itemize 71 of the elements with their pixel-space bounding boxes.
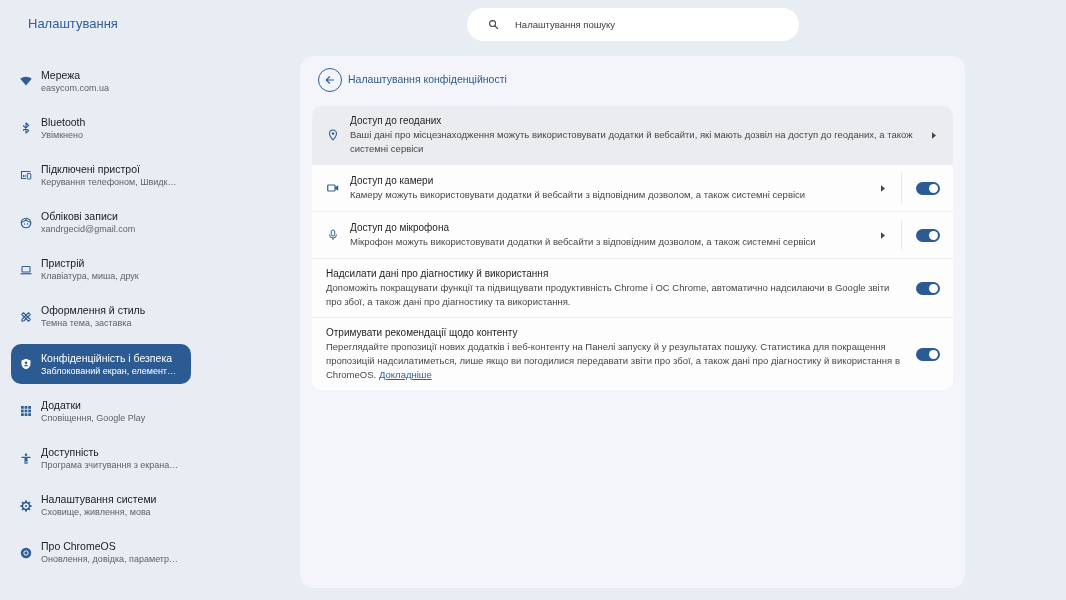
setting-description: Мікрофон можуть використовувати додатки й вебсайти з відповідним дозволом, а також системні сервіси — [350, 235, 817, 249]
item-title: Про ChromeOS — [41, 539, 117, 554]
item-title: Підключені пристрої — [41, 161, 141, 176]
item-subtitle: easycom.com.ua — [41, 81, 110, 95]
sidebar-item[interactable]: Конфіденційність і безпека Заблокований екран, елемент… — [11, 344, 191, 385]
gear-icon — [20, 499, 32, 512]
microphone-icon — [327, 229, 339, 241]
item-title: Мережа — [41, 67, 82, 82]
item-subtitle: Темна тема, заставка — [41, 317, 133, 331]
video-camera-icon — [327, 182, 339, 194]
item-subtitle: Заблокований екран, елемент… — [41, 364, 176, 378]
setting-title: Доступ до геоданих — [350, 114, 443, 128]
wifi-icon — [20, 75, 32, 87]
page-title: Налаштування конфіденційності — [348, 72, 507, 88]
setting-description: Камеру можуть використовувати додатки й вебсайти з відповідним дозволом, а також системні сервіси — [350, 188, 807, 202]
setting-description: Ваші дані про місцезнаходження можуть використовувати додатки й вебсайти, які мають дозвіл на доступ до геоданих, а також системні сервіси — [350, 128, 914, 156]
learn-more-link[interactable]: Докладніше — [379, 369, 432, 380]
item-title: Облікові записи — [41, 209, 119, 224]
item-subtitle: Оновлення, довідка, параметр… — [41, 553, 178, 567]
item-title: Конфіденційність і безпека — [41, 350, 174, 365]
app-title: Налаштування — [28, 15, 118, 34]
item-subtitle: xandrgecid@gmail.com — [41, 223, 136, 237]
sidebar-item[interactable]: Про ChromeOS Оновлення, довідка, параметр… — [11, 532, 191, 573]
sidebar-item[interactable]: Облікові записи xandrgecid@gmail.com — [11, 202, 191, 243]
sidebar-item[interactable]: Оформлення й стиль Темна тема, заставка — [11, 296, 191, 337]
sidebar-item[interactable]: Додатки Сповіщення, Google Play — [11, 391, 191, 432]
pencil-ruler-icon — [20, 310, 32, 323]
setting-title: Отримувати рекомендації щодо контенту — [326, 326, 519, 340]
sidebar-item[interactable]: Налаштування системи Сховище, живлення, мова — [11, 485, 191, 526]
toggle-switch[interactable] — [916, 228, 940, 242]
item-title: Доступність — [41, 445, 100, 459]
item-subtitle: Клавіатура, миша, друк — [41, 270, 139, 284]
sidebar-item[interactable]: Підключені пристрої Керування телефоном, Швидк… — [11, 155, 191, 196]
setting-description: Переглядайте пропозиції нових додатків і веб-контенту на Панелі запуску й у результатах пошуку. Статистика для покращення пропозицій надсилатиметься, лише якщо ви погодилися передавати звіти про збої, а також дані про діагностику й використання в ChromeOS. Докладніше — [326, 340, 900, 382]
item-subtitle: Сповіщення, Google Play — [41, 411, 146, 425]
search-icon — [488, 19, 499, 30]
caret-right-icon — [881, 231, 885, 239]
item-title: Додатки — [41, 397, 82, 412]
bluetooth-icon — [20, 122, 32, 135]
sidebar-item[interactable]: Мережа easycom.com.ua — [11, 61, 191, 101]
shield-icon — [20, 358, 32, 371]
sidebar-item[interactable]: Пристрій Клавіатура, миша, друк — [11, 249, 191, 290]
item-title: Оформлення й стиль — [41, 303, 146, 318]
item-title: Налаштування системи — [41, 492, 157, 507]
item-subtitle: Сховище, живлення, мова — [41, 506, 152, 520]
toggle-switch[interactable] — [916, 181, 940, 195]
setting-title: Доступ до мікрофона — [350, 221, 450, 235]
person-icon — [20, 452, 32, 465]
pin-icon — [327, 129, 339, 141]
sidebar-item[interactable]: Bluetooth Увімкнено — [11, 108, 191, 149]
devices-icon — [20, 169, 32, 182]
grid-icon — [20, 405, 32, 418]
setting-title: Надсилати дані про діагностику й використання — [326, 267, 550, 281]
round-logo-icon — [20, 546, 32, 559]
setting-description: Допоможіть покращувати функції та підвищувати продуктивність Chrome і ОС Chrome, автоматично надсилаючи в Google звіти про збої, а також дані про діагностику та використання. — [326, 281, 891, 309]
item-subtitle: Програма зчитування з екрана… — [41, 459, 179, 472]
item-title: Bluetooth — [41, 114, 86, 129]
setting-row[interactable]: Доступ до геоданих Ваші дані про місцезнаходження можуть використовувати додатки й вебсайти, які мають дозвіл на доступ до геоданих, а також системні сервіси — [312, 106, 953, 164]
item-title: Пристрій — [41, 256, 86, 271]
search-field[interactable]: Налаштування пошуку — [467, 8, 799, 41]
item-subtitle: Увімкнено — [41, 128, 85, 142]
arrow-left-icon — [324, 74, 336, 86]
setting-title: Доступ до камери — [350, 174, 435, 188]
toggle-switch[interactable] — [916, 281, 940, 295]
item-subtitle: Керування телефоном, Швидк… — [41, 175, 177, 189]
toggle-switch[interactable] — [916, 347, 940, 361]
face-icon — [20, 216, 32, 229]
caret-right-icon — [932, 131, 936, 139]
caret-right-icon — [881, 184, 885, 192]
sidebar-item[interactable]: Доступність Програма зчитування з екрана… — [11, 438, 191, 479]
laptop-icon — [20, 263, 32, 276]
